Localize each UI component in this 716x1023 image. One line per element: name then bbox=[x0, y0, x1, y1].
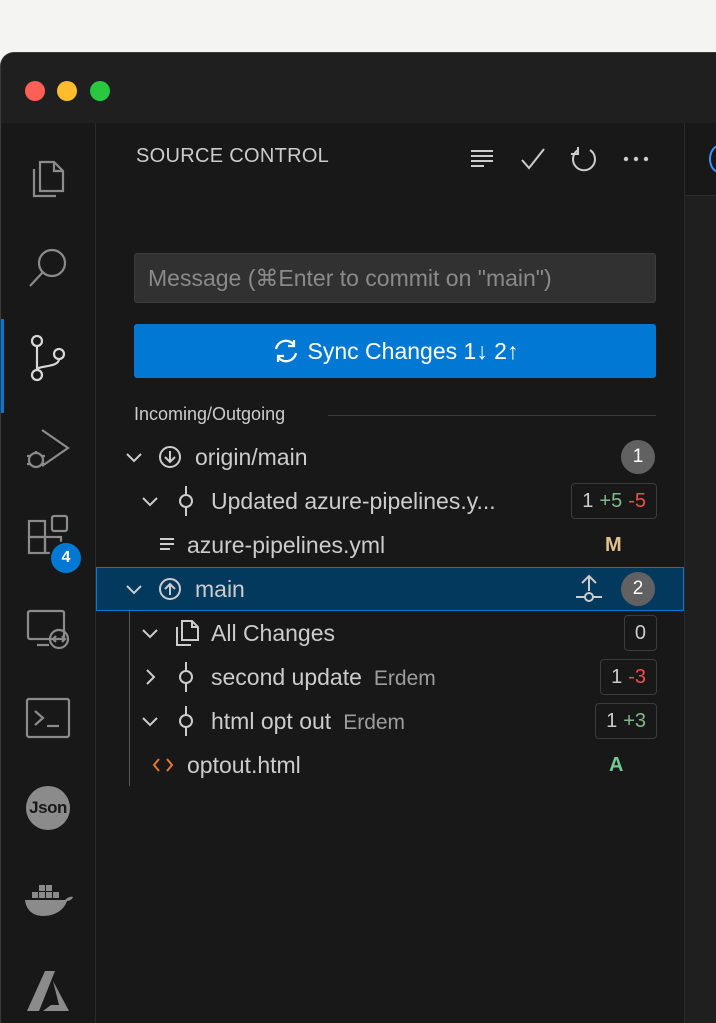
yaml-file-icon bbox=[158, 536, 176, 554]
incoming-arrow-icon bbox=[157, 444, 183, 470]
activity-bar: 4 Json bbox=[1, 123, 96, 1023]
azure-activity-button[interactable] bbox=[1, 943, 95, 1023]
outgoing-commit-row[interactable]: html opt out Erdem 1 +3 bbox=[96, 699, 684, 743]
source-control-panel: SOURCE CONTROL Sync Changes 1↓ 2↑ Incomi… bbox=[96, 123, 685, 1023]
chevron-down-icon bbox=[124, 447, 144, 467]
commit-message: second update bbox=[211, 663, 362, 690]
incoming-commit-message: Updated azure-pipelines.y... bbox=[211, 487, 496, 514]
remote-explorer-activity-button[interactable] bbox=[1, 583, 95, 673]
more-actions-button[interactable] bbox=[620, 143, 652, 175]
check-icon bbox=[521, 148, 545, 170]
push-button[interactable] bbox=[574, 573, 604, 605]
files-changed-count: 1 bbox=[582, 489, 594, 512]
push-icon bbox=[576, 574, 602, 602]
chevron-down-icon bbox=[140, 623, 160, 643]
outgoing-branch-label: main bbox=[195, 575, 245, 602]
outgoing-count-badge: 2 bbox=[621, 572, 655, 606]
incoming-branch-label: origin/main bbox=[195, 443, 308, 470]
close-window-button[interactable] bbox=[25, 81, 45, 101]
search-icon bbox=[29, 248, 67, 287]
commit-author: Erdem bbox=[343, 710, 406, 734]
extensions-activity-button[interactable]: 4 bbox=[1, 493, 95, 583]
lines-added: +5 bbox=[599, 489, 623, 512]
docker-icon bbox=[25, 885, 73, 916]
all-changes-row[interactable]: All Changes 0 bbox=[96, 611, 684, 655]
lines-removed: -3 bbox=[628, 665, 646, 688]
title-bar bbox=[1, 53, 716, 124]
json-activity-button[interactable]: Json bbox=[1, 763, 95, 853]
incoming-count-badge: 1 bbox=[621, 440, 655, 474]
files-icon bbox=[32, 160, 65, 198]
sync-icon bbox=[274, 339, 297, 363]
commit-author: Erdem bbox=[373, 666, 436, 690]
html-file-icon bbox=[152, 756, 174, 774]
sync-changes-button[interactable]: Sync Changes 1↓ 2↑ bbox=[134, 324, 656, 378]
minimize-window-button[interactable] bbox=[57, 81, 77, 101]
chevron-down-icon bbox=[124, 579, 144, 599]
editor-tab-strip bbox=[685, 123, 716, 196]
outgoing-group-row[interactable]: main 2 bbox=[96, 567, 684, 611]
run-debug-activity-button[interactable] bbox=[1, 403, 95, 493]
run-debug-icon bbox=[27, 429, 70, 469]
json-icon: Json bbox=[26, 786, 70, 830]
incoming-group-row[interactable]: origin/main 1 bbox=[96, 435, 684, 479]
files-changed-count: 1 bbox=[611, 665, 623, 688]
lines-removed: -5 bbox=[628, 489, 646, 512]
all-changes-count: 0 bbox=[634, 621, 646, 644]
all-changes-count-badge: 0 bbox=[623, 615, 657, 651]
list-icon bbox=[471, 150, 493, 167]
commit-stats-badge: 1 -3 bbox=[600, 659, 657, 695]
more-icon bbox=[623, 156, 649, 162]
incoming-file-row[interactable]: azure-pipelines.yml M bbox=[96, 523, 684, 567]
commit-stats-badge: 1 +3 bbox=[595, 703, 657, 739]
editor-area bbox=[685, 123, 716, 1023]
terminal-icon bbox=[25, 697, 71, 739]
search-activity-button[interactable] bbox=[1, 223, 95, 313]
chevron-down-icon bbox=[140, 491, 160, 511]
outgoing-file-row[interactable]: optout.html A bbox=[96, 743, 684, 787]
commit-message-html: html opt out Erdem bbox=[211, 708, 405, 735]
view-as-tree-button[interactable] bbox=[466, 143, 498, 175]
commit-icon bbox=[175, 485, 197, 517]
commit-message: html opt out bbox=[211, 707, 332, 734]
source-control-activity-button[interactable] bbox=[1, 313, 95, 413]
outgoing-arrow-icon bbox=[157, 576, 183, 602]
vscode-window: 4 Json SOURCE CONTROL Message (⌘Enter to… bbox=[0, 52, 716, 1023]
outgoing-commit-row[interactable]: second update Erdem 1 -3 bbox=[96, 655, 684, 699]
commit-message-input[interactable] bbox=[134, 253, 656, 303]
azure-icon bbox=[27, 971, 69, 1011]
added-decoration: A bbox=[609, 753, 624, 776]
commit-button[interactable] bbox=[517, 143, 549, 175]
editor-tab-icon[interactable] bbox=[709, 145, 716, 173]
outgoing-file-name: optout.html bbox=[187, 751, 301, 778]
chevron-down-icon bbox=[140, 711, 160, 731]
all-changes-label: All Changes bbox=[211, 619, 336, 646]
panel-title: SOURCE CONTROL bbox=[136, 145, 330, 167]
zoom-window-button[interactable] bbox=[90, 81, 110, 101]
commit-stats-badge: 1 +5 -5 bbox=[571, 483, 657, 519]
refresh-button[interactable] bbox=[568, 143, 600, 175]
sync-changes-label: Sync Changes 1↓ 2↑ bbox=[307, 337, 519, 364]
refresh-icon bbox=[571, 147, 596, 172]
incoming-commit-row[interactable]: Updated azure-pipelines.y... 1 +5 -5 bbox=[96, 479, 684, 523]
incoming-file-name: azure-pipelines.yml bbox=[187, 531, 386, 558]
modified-decoration: M bbox=[605, 533, 622, 556]
files-changed-count: 1 bbox=[606, 709, 618, 732]
commit-icon bbox=[175, 661, 197, 693]
files-icon bbox=[172, 618, 202, 648]
extensions-badge: 4 bbox=[49, 541, 83, 575]
section-divider bbox=[328, 415, 656, 416]
terminal-activity-button[interactable] bbox=[1, 673, 95, 763]
remote-explorer-icon bbox=[26, 609, 70, 650]
chevron-right-icon bbox=[140, 667, 160, 687]
commit-message-second: second update Erdem bbox=[211, 664, 436, 691]
source-control-icon bbox=[30, 334, 66, 382]
lines-added: +3 bbox=[623, 709, 646, 732]
explorer-activity-button[interactable] bbox=[1, 133, 95, 223]
section-incoming-outgoing: Incoming/Outgoing bbox=[134, 404, 286, 424]
docker-activity-button[interactable] bbox=[1, 853, 95, 943]
commit-icon bbox=[175, 705, 197, 737]
